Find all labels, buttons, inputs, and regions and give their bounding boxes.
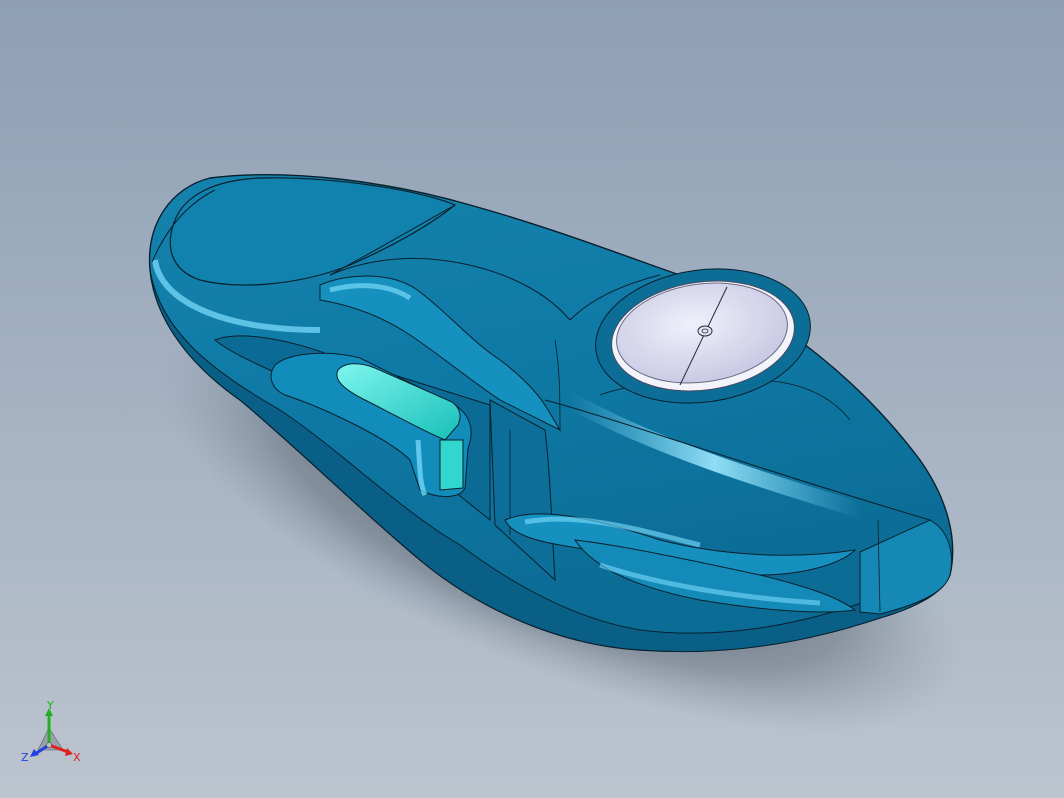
x-axis-label: X [73, 751, 81, 764]
dial-screw [697, 325, 713, 337]
y-axis-label: Y [46, 700, 54, 712]
z-axis-label: Z [21, 751, 29, 764]
model-view[interactable] [0, 0, 1064, 798]
graphics-viewport[interactable]: Y X Z [0, 0, 1064, 798]
orientation-triad[interactable]: Y X Z [18, 700, 88, 770]
